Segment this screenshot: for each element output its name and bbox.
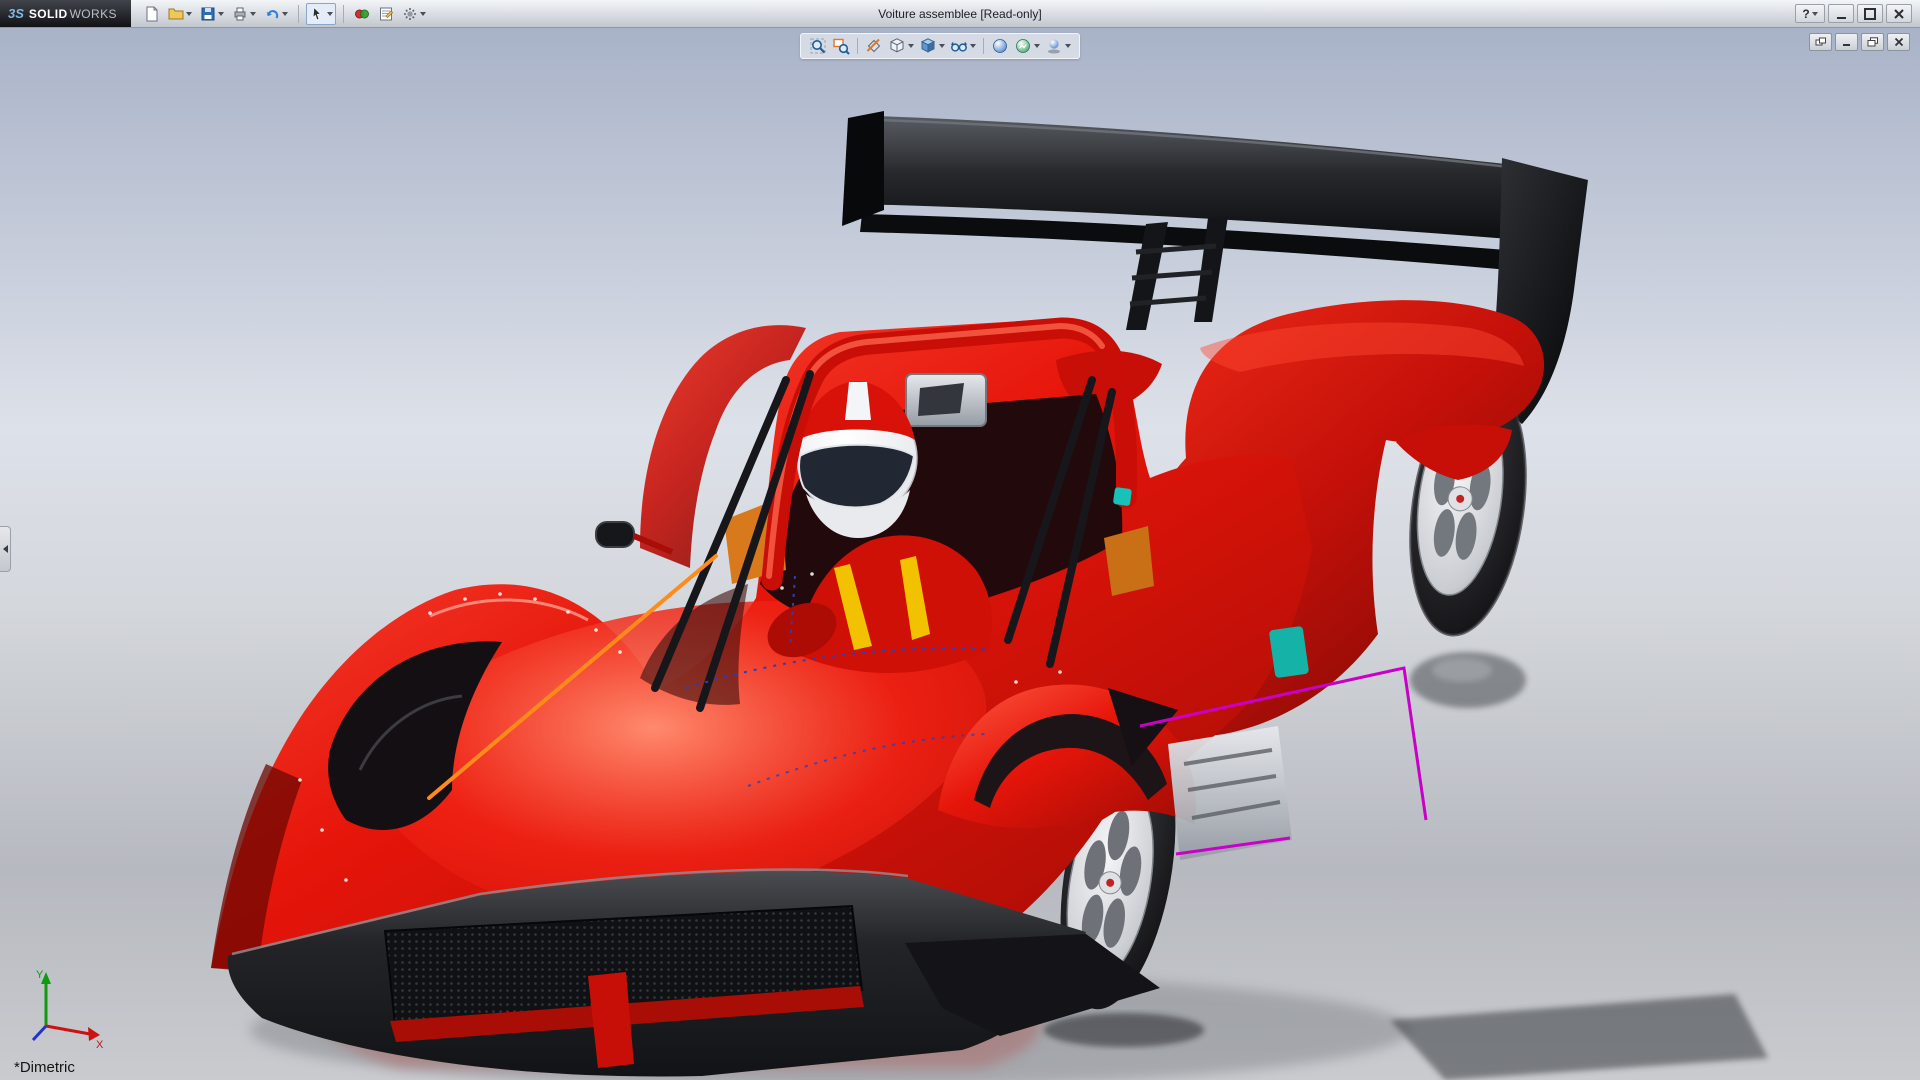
close-button[interactable] xyxy=(1886,4,1912,23)
graphics-area[interactable]: X Y *Dimetric xyxy=(0,28,1920,1080)
toolbar-separator xyxy=(857,38,858,54)
view-settings-icon xyxy=(1045,37,1063,55)
undo-icon xyxy=(264,6,280,22)
cascade-icon xyxy=(1815,37,1827,47)
edit-appearance-button[interactable] xyxy=(990,36,1010,56)
headsup-view-toolbar xyxy=(800,33,1080,59)
close-icon xyxy=(1893,37,1905,47)
view-orientation-icon xyxy=(888,37,906,55)
edit-color-icon xyxy=(354,6,370,22)
chevron-left-icon xyxy=(3,545,8,553)
featuremanager-collapsed-tab[interactable] xyxy=(0,526,11,572)
print-button[interactable] xyxy=(229,3,259,25)
apply-scene-button[interactable] xyxy=(1013,36,1041,56)
teal-part xyxy=(1113,487,1132,506)
design-table-icon xyxy=(378,6,394,22)
view-orientation-label: *Dimetric xyxy=(14,1059,75,1076)
section-view-icon xyxy=(865,37,883,55)
title-bar: 3S SOLID WORKS xyxy=(0,0,1920,28)
dassault-logo-icon: 3S xyxy=(8,6,24,21)
window-title: Voiture assemblee [Read-only] xyxy=(878,7,1041,21)
select-button[interactable] xyxy=(306,3,336,25)
doc-cascade-button[interactable] xyxy=(1809,33,1832,51)
maximize-icon xyxy=(1864,8,1876,20)
quick-access-toolbar xyxy=(141,3,429,25)
minimize-button[interactable] xyxy=(1828,4,1854,23)
open-icon xyxy=(168,6,184,22)
minimize-icon xyxy=(1837,17,1846,19)
apply-scene-icon xyxy=(1014,37,1032,55)
view-orientation-button[interactable] xyxy=(887,36,915,56)
restore-icon xyxy=(1867,37,1879,47)
maximize-button[interactable] xyxy=(1857,4,1883,23)
display-style-button[interactable] xyxy=(918,36,946,56)
triad-x-label: X xyxy=(96,1039,104,1051)
help-button[interactable]: ? xyxy=(1795,4,1825,23)
minimize-icon xyxy=(1841,37,1853,47)
options-gear-icon xyxy=(402,6,418,22)
triad-y-label: Y xyxy=(36,969,44,981)
new-document-icon xyxy=(144,6,160,22)
display-style-icon xyxy=(919,37,937,55)
toolbar-separator xyxy=(343,5,344,23)
brand-name-light: WORKS xyxy=(70,7,117,21)
undo-button[interactable] xyxy=(261,3,291,25)
design-table-button[interactable] xyxy=(375,3,397,25)
wing-left-endplate xyxy=(842,111,884,226)
brand-name-bold: SOLID xyxy=(29,7,68,21)
solidworks-window: 3S SOLID WORKS xyxy=(0,0,1920,1080)
options-button[interactable] xyxy=(399,3,429,25)
solidworks-logo: 3S SOLID WORKS xyxy=(0,0,131,27)
open-button[interactable] xyxy=(165,3,195,25)
edit-color-button[interactable] xyxy=(351,3,373,25)
select-cursor-icon xyxy=(309,6,325,22)
print-icon xyxy=(232,6,248,22)
document-window-controls xyxy=(1809,33,1910,51)
teal-part xyxy=(1269,626,1309,678)
section-view-button[interactable] xyxy=(864,36,884,56)
doc-close-button[interactable] xyxy=(1887,33,1910,51)
save-icon xyxy=(200,6,216,22)
doc-restore-button[interactable] xyxy=(1861,33,1884,51)
new-document-button[interactable] xyxy=(141,3,163,25)
zoom-to-area-icon xyxy=(832,37,850,55)
zoom-to-fit-icon xyxy=(809,37,827,55)
edit-appearance-icon xyxy=(991,37,1009,55)
toolbar-separator xyxy=(298,5,299,23)
window-controls: ? xyxy=(1795,4,1920,23)
view-settings-button[interactable] xyxy=(1044,36,1072,56)
close-icon xyxy=(1893,8,1905,20)
zoom-to-area-button[interactable] xyxy=(831,36,851,56)
save-button[interactable] xyxy=(197,3,227,25)
help-label: ? xyxy=(1802,7,1809,21)
hide-show-items-button[interactable] xyxy=(949,36,977,56)
side-mirror[interactable] xyxy=(596,522,634,547)
toolbar-separator xyxy=(983,38,984,54)
hide-show-items-icon xyxy=(950,37,968,55)
model-render[interactable]: X Y *Dimetric xyxy=(0,28,1920,1080)
zoom-to-fit-button[interactable] xyxy=(808,36,828,56)
doc-minimize-button[interactable] xyxy=(1835,33,1858,51)
